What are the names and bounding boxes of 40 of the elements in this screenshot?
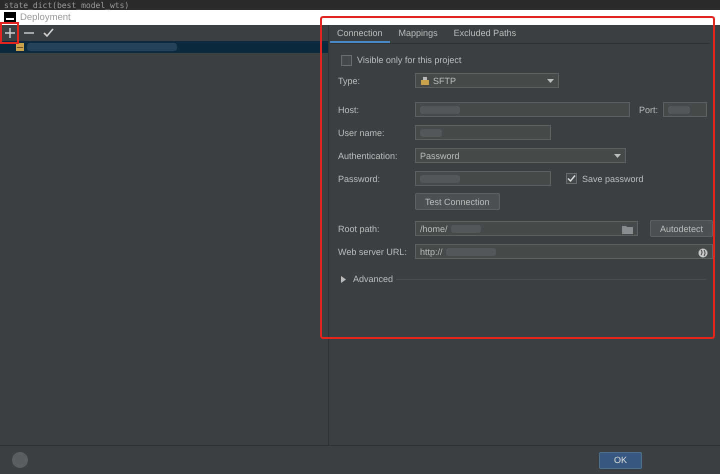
user-name-field[interactable] (415, 125, 551, 140)
add-icon[interactable] (5, 28, 15, 38)
field-label: Password: (338, 174, 382, 184)
checkbox-label: Visible only for this project (357, 55, 462, 65)
caret-icon (547, 78, 554, 82)
field-label: User name: (338, 128, 386, 138)
server-icon (15, 42, 25, 52)
checkbox[interactable] (566, 173, 577, 184)
tab[interactable]: Mappings (392, 25, 445, 43)
type-dropdown[interactable]: SFTP (415, 73, 559, 88)
window-title: Deployment (20, 12, 71, 23)
root-path-field[interactable]: /home/ (415, 221, 638, 236)
password-field[interactable] (415, 171, 551, 186)
server-item[interactable] (0, 41, 328, 53)
field-label: Web server URL: (338, 246, 408, 256)
field-label: Host: (338, 104, 360, 114)
server-icon (420, 76, 430, 86)
ok-button[interactable]: OK (598, 452, 642, 468)
globe-icon[interactable] (698, 248, 708, 258)
port-field[interactable] (663, 102, 708, 117)
authentication-dropdown[interactable]: Password (415, 148, 626, 163)
field-label: Root path: (338, 224, 381, 234)
field-label: Port: (639, 104, 658, 114)
help-button[interactable] (12, 452, 28, 468)
folder-icon[interactable] (622, 225, 633, 234)
caret-icon (614, 154, 621, 158)
autodetect-button[interactable]: Autodetect (650, 220, 714, 237)
field-label: Authentication: (338, 150, 399, 160)
highlight-frame (0, 22, 19, 44)
code-text: state_dict(best_model_wts) (4, 0, 130, 10)
check-icon[interactable] (43, 28, 54, 38)
advanced-toggle[interactable]: Advanced (338, 274, 394, 284)
checkbox-label: Save password (582, 174, 644, 184)
tab[interactable]: Excluded Paths (446, 25, 524, 43)
web-server-url-field[interactable]: http:// (415, 244, 713, 259)
host-field[interactable] (415, 102, 630, 117)
checkbox[interactable] (341, 54, 352, 66)
field-label: Type: (338, 76, 362, 86)
test-connection-button[interactable]: Test Connection (415, 193, 500, 210)
tab[interactable]: Connection (330, 25, 390, 43)
